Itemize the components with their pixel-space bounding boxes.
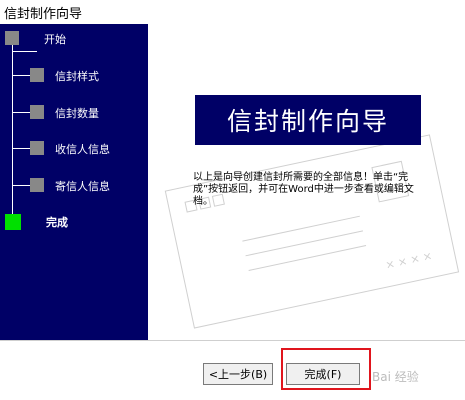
- step-4-label: 收信人信息: [55, 143, 110, 156]
- wizard-steps-panel: 开始 信封样式 信封数量 收信人信息 寄信人信息 完成: [0, 24, 148, 340]
- finish-highlight-box: [281, 348, 371, 390]
- wizard-content: × × × × 信封制作向导 以上是向导创建信封所需要的全部信息！单击“完成”按…: [148, 24, 465, 340]
- step-connector: [12, 51, 37, 52]
- step-5-box: [30, 178, 44, 192]
- svg-text:× × × ×: × × × ×: [384, 249, 433, 272]
- step-1-label: 开始: [44, 33, 66, 46]
- title-bar: 信封制作向导: [0, 0, 465, 25]
- step-3-box: [30, 105, 44, 119]
- step-2-box: [30, 68, 44, 82]
- step-4-box: [30, 141, 44, 155]
- watermark: Bai 经验: [372, 370, 419, 384]
- step-2-label: 信封样式: [55, 70, 99, 83]
- steps-connector-line: [12, 44, 13, 226]
- back-button[interactable]: <上一步(B): [203, 363, 273, 385]
- step-3-label: 信封数量: [55, 107, 99, 120]
- step-1-box: [5, 31, 19, 45]
- step-5-label: 寄信人信息: [55, 180, 110, 193]
- window-title: 信封制作向导: [4, 7, 83, 22]
- step-6-label: 完成: [46, 216, 68, 229]
- step-6-box-current: [5, 214, 21, 230]
- completion-message: 以上是向导创建信封所需要的全部信息！单击“完成”按钮返回，并可在Word中进一步…: [193, 172, 414, 207]
- banner-title: 信封制作向导: [195, 95, 421, 145]
